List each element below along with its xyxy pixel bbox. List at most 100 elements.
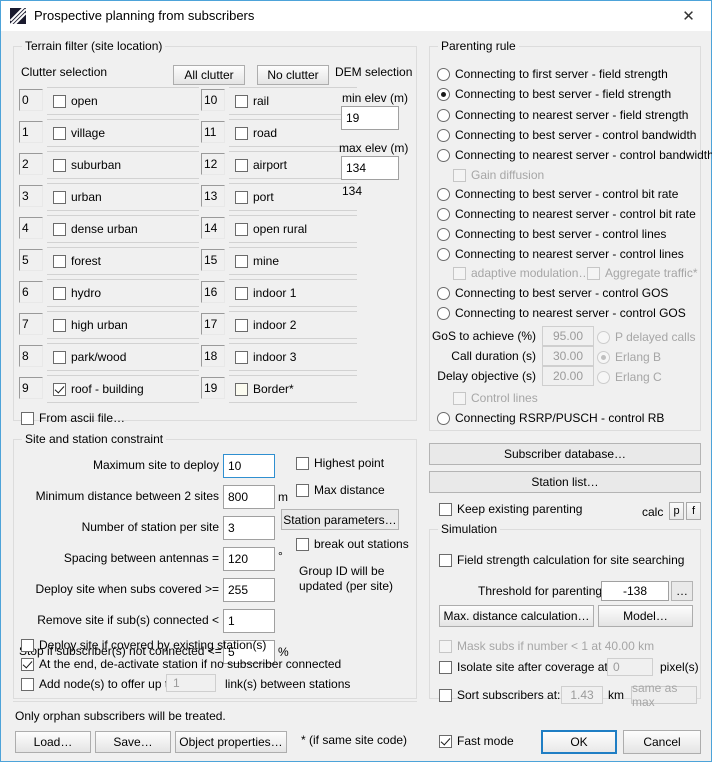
clutter-checkbox-mine[interactable]: mine bbox=[229, 247, 357, 275]
site-constraint-input-4[interactable]: 255 bbox=[223, 578, 275, 602]
max-distance-checkbox[interactable]: Max distance bbox=[296, 483, 385, 497]
clutter-left-index-4[interactable]: 4 bbox=[19, 217, 43, 239]
max-distance-calculation-button[interactable]: Max. distance calculation… bbox=[439, 605, 594, 627]
fast-mode-checkbox[interactable]: Fast mode bbox=[439, 734, 514, 748]
break-out-stations-checkbox[interactable]: break out stations bbox=[296, 537, 409, 551]
threshold-input[interactable]: -138 bbox=[601, 581, 669, 601]
isolate-site-checkbox[interactable]: Isolate site after coverage at bbox=[439, 660, 608, 674]
parenting-option-4[interactable]: Connecting to nearest server - control b… bbox=[437, 148, 712, 162]
clutter-left-index-7[interactable]: 7 bbox=[19, 313, 43, 335]
clutter-right-index-17[interactable]: 17 bbox=[201, 313, 225, 335]
clutter-checkbox-village[interactable]: village bbox=[47, 119, 199, 147]
close-icon[interactable]: ✕ bbox=[666, 2, 711, 30]
clutter-checkbox-dense-urban[interactable]: dense urban bbox=[47, 215, 199, 243]
deploy-if-covered-checkbox[interactable]: Deploy site if covered by existing stati… bbox=[21, 638, 266, 652]
clutter-left-index-1[interactable]: 1 bbox=[19, 121, 43, 143]
parenting-option-7[interactable]: Connecting to best server - control line… bbox=[437, 227, 666, 241]
clutter-checkbox-indoor-1[interactable]: indoor 1 bbox=[229, 279, 357, 307]
threshold-ellipsis-button[interactable]: … bbox=[671, 581, 693, 601]
from-ascii-file-checkbox[interactable]: From ascii file… bbox=[21, 411, 125, 425]
clutter-left-index-5[interactable]: 5 bbox=[19, 249, 43, 271]
clutter-checkbox-suburban[interactable]: suburban bbox=[47, 151, 199, 179]
model-button[interactable]: Model… bbox=[598, 605, 693, 627]
parenting-option-1[interactable]: Connecting to best server - field streng… bbox=[437, 87, 671, 101]
highest-point-checkbox[interactable]: Highest point bbox=[296, 456, 384, 470]
no-clutter-button[interactable]: No clutter bbox=[257, 65, 329, 85]
clutter-left-index-8[interactable]: 8 bbox=[19, 345, 43, 367]
subscriber-database-button[interactable]: Subscriber database… bbox=[429, 443, 701, 465]
field-strength-checkbox[interactable]: Field strength calculation for site sear… bbox=[439, 553, 684, 567]
clutter-checkbox-high-urban[interactable]: high urban bbox=[47, 311, 199, 339]
clutter-right-index-18[interactable]: 18 bbox=[201, 345, 225, 367]
parenting-option-11[interactable]: Connecting RSRP/PUSCH - control RB bbox=[437, 411, 664, 425]
parenting-option-6[interactable]: Connecting to nearest server - control b… bbox=[437, 207, 696, 221]
clutter-left-index-0[interactable]: 0 bbox=[19, 89, 43, 111]
clutter-row: 8 park/wood bbox=[19, 343, 199, 371]
clutter-left-index-2[interactable]: 2 bbox=[19, 153, 43, 175]
clutter-checkbox-airport[interactable]: airport bbox=[229, 151, 357, 179]
save-button[interactable]: Save… bbox=[95, 731, 171, 753]
deactivate-station-checkbox[interactable]: At the end, de-activate station if no su… bbox=[21, 657, 341, 671]
object-properties-button[interactable]: Object properties… bbox=[175, 731, 287, 753]
parenting-option-9[interactable]: Connecting to best server - control GOS bbox=[437, 286, 668, 300]
all-clutter-button[interactable]: All clutter bbox=[173, 65, 245, 85]
load-button[interactable]: Load… bbox=[15, 731, 91, 753]
clutter-right-index-11[interactable]: 11 bbox=[201, 121, 225, 143]
radio-circle bbox=[437, 148, 450, 162]
parenting-option-label: Connecting to nearest server - control b… bbox=[455, 207, 696, 221]
station-parameters-button[interactable]: Station parameters… bbox=[281, 509, 399, 530]
max-elev-input[interactable]: 134 bbox=[341, 156, 399, 180]
clutter-checkbox-urban[interactable]: urban bbox=[47, 183, 199, 211]
erlang-c-radio: Erlang C bbox=[597, 370, 662, 384]
p-delayed-calls-label: P delayed calls bbox=[615, 330, 696, 344]
parenting-option-8[interactable]: Connecting to nearest server - control l… bbox=[437, 247, 684, 261]
parenting-option-10[interactable]: Connecting to nearest server - control G… bbox=[437, 306, 686, 320]
sort-subscribers-input[interactable]: 1.43 bbox=[561, 686, 603, 704]
clutter-checkbox-roof-building[interactable]: roof - building bbox=[47, 375, 199, 403]
site-constraint-input-2[interactable]: 3 bbox=[223, 516, 275, 540]
app-hatched-square-icon bbox=[10, 7, 26, 24]
keep-existing-parenting-checkbox[interactable]: Keep existing parenting bbox=[439, 502, 582, 516]
parenting-option-2[interactable]: Connecting to nearest server - field str… bbox=[437, 108, 688, 122]
site-constraint-input-5[interactable]: 1 bbox=[223, 609, 275, 633]
clutter-label: village bbox=[71, 126, 106, 140]
parenting-option-5[interactable]: Connecting to best server - control bit … bbox=[437, 187, 678, 201]
calc-p-button[interactable]: p bbox=[669, 502, 684, 520]
clutter-checkbox-hydro[interactable]: hydro bbox=[47, 279, 199, 307]
parenting-option-3[interactable]: Connecting to best server - control band… bbox=[437, 128, 696, 142]
calc-f-button[interactable]: f bbox=[686, 502, 701, 520]
clutter-checkbox-open-rural[interactable]: open rural bbox=[229, 215, 357, 243]
clutter-checkbox-indoor-2[interactable]: indoor 2 bbox=[229, 311, 357, 339]
clutter-left-index-3[interactable]: 3 bbox=[19, 185, 43, 207]
clutter-right-index-13[interactable]: 13 bbox=[201, 185, 225, 207]
clutter-left-index-9[interactable]: 9 bbox=[19, 377, 43, 399]
parenting-option-0[interactable]: Connecting to first server - field stren… bbox=[437, 67, 668, 81]
isolate-site-input[interactable]: 0 bbox=[607, 658, 653, 676]
clutter-checkbox-park-wood[interactable]: park/wood bbox=[47, 343, 199, 371]
station-list-button[interactable]: Station list… bbox=[429, 471, 701, 493]
clutter-checkbox-port[interactable]: port bbox=[229, 183, 357, 211]
clutter-right-index-10[interactable]: 10 bbox=[201, 89, 225, 111]
clutter-checkbox-border[interactable]: Border* bbox=[229, 375, 357, 403]
checkbox-box bbox=[235, 382, 248, 396]
clutter-right-index-16[interactable]: 16 bbox=[201, 281, 225, 303]
ok-button[interactable]: OK bbox=[541, 730, 617, 754]
site-constraint-input-1[interactable]: 800 bbox=[223, 485, 275, 509]
clutter-checkbox-open[interactable]: open bbox=[47, 87, 199, 115]
clutter-right-index-14[interactable]: 14 bbox=[201, 217, 225, 239]
add-nodes-checkbox[interactable]: Add node(s) to offer up to bbox=[21, 677, 175, 691]
clutter-checkbox-indoor-3[interactable]: indoor 3 bbox=[229, 343, 357, 371]
add-nodes-input[interactable]: 1 bbox=[166, 674, 216, 692]
site-constraint-input-3[interactable]: 120 bbox=[223, 547, 275, 571]
clutter-right-index-12[interactable]: 12 bbox=[201, 153, 225, 175]
clutter-right-index-19[interactable]: 19 bbox=[201, 377, 225, 399]
min-elev-input[interactable]: 19 bbox=[341, 106, 399, 130]
clutter-right-index-15[interactable]: 15 bbox=[201, 249, 225, 271]
clutter-checkbox-forest[interactable]: forest bbox=[47, 247, 199, 275]
sort-subscribers-checkbox[interactable]: Sort subscribers at: bbox=[439, 688, 560, 702]
clutter-left-index-6[interactable]: 6 bbox=[19, 281, 43, 303]
cancel-button[interactable]: Cancel bbox=[623, 730, 701, 754]
clutter-checkbox-rail[interactable]: rail bbox=[229, 87, 357, 115]
site-constraint-input-0[interactable]: 10 bbox=[223, 454, 275, 478]
clutter-checkbox-road[interactable]: road bbox=[229, 119, 357, 147]
